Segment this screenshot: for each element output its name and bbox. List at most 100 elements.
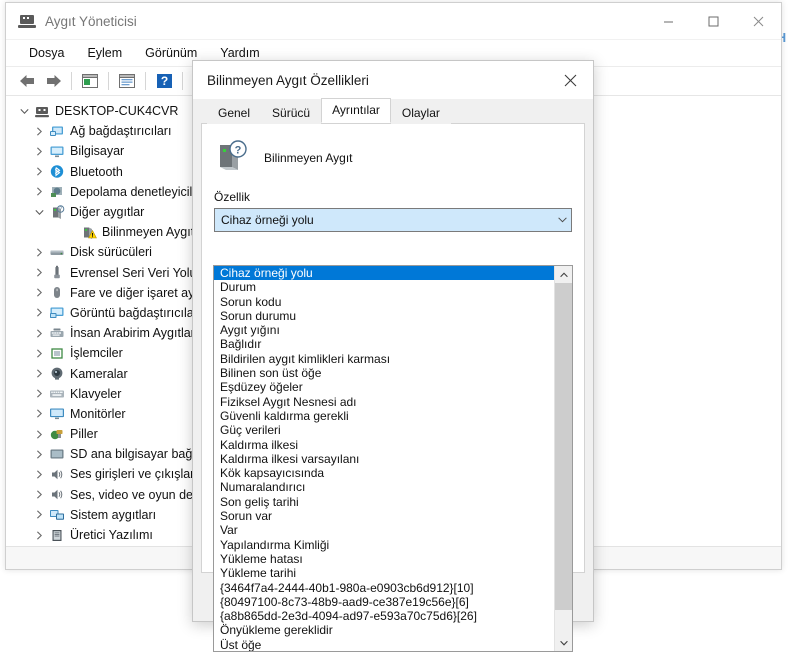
chevron-right-icon[interactable] [31, 288, 47, 297]
tab-genel[interactable]: Genel [207, 101, 262, 124]
chevron-right-icon[interactable] [31, 187, 47, 196]
close-icon[interactable] [736, 3, 781, 39]
tab-olaylar[interactable]: Olaylar [390, 101, 451, 124]
tree-item-label: Bilinmeyen Aygıt [102, 225, 195, 240]
dropdown-item[interactable]: Bildirilen aygıt kimlikleri karması [214, 352, 554, 366]
tab-ayrintilar[interactable]: Ayrıntılar [321, 98, 391, 123]
chevron-down-icon[interactable] [31, 209, 47, 216]
menu-item-dosya[interactable]: Dosya [18, 43, 75, 63]
dropdown-item[interactable]: Eşdüzey öğeler [214, 380, 554, 394]
tree-item-label: Klavyeler [70, 386, 122, 401]
dropdown-items[interactable]: Cihaz örneği yolu Durum Sorun kodu Sorun du… [214, 266, 554, 651]
tree-item-label: DESKTOP-CUK4CVR [55, 104, 179, 119]
dropdown-item[interactable]: Fiziksel Aygıt Nesnesi adı [214, 395, 554, 409]
chevron-right-icon[interactable] [31, 268, 47, 277]
forward-icon[interactable] [40, 69, 66, 93]
dropdown-item[interactable]: Güvenli kaldırma gerekli [214, 409, 554, 423]
caption-buttons [646, 3, 781, 39]
chevron-right-icon[interactable] [31, 510, 47, 519]
dropdown-item[interactable]: Var [214, 523, 554, 537]
toolbar-separator [108, 72, 109, 90]
chevron-right-icon[interactable] [31, 329, 47, 338]
device-manager-titlebar: Aygıt Yöneticisi [6, 3, 781, 40]
storage-icon [47, 184, 67, 199]
dialog-tabs: Genel Sürücü Ayrıntılar Olaylar [201, 98, 585, 124]
minimize-icon[interactable] [646, 3, 691, 39]
chevron-down-icon[interactable] [16, 108, 32, 115]
back-icon[interactable] [14, 69, 40, 93]
dropdown-item[interactable]: Sorun kodu [214, 295, 554, 309]
tab-surucu[interactable]: Sürücü [261, 101, 322, 124]
dropdown-item[interactable]: Aygıt yığını [214, 323, 554, 337]
system-devices-icon [47, 507, 67, 522]
help-icon[interactable]: ? [151, 69, 177, 93]
keyboard-icon [47, 386, 67, 401]
dropdown-item[interactable]: Bilinen son üst öğe [214, 366, 554, 380]
camera-icon [47, 366, 67, 381]
dropdown-scrollbar[interactable] [554, 266, 572, 651]
dropdown-item[interactable]: Kaldırma ilkesi [214, 438, 554, 452]
dropdown-item[interactable]: Durum [214, 280, 554, 294]
dropdown-item[interactable]: Yapılandırma Kimliği [214, 538, 554, 552]
dropdown-item[interactable]: Kök kapsayıcısında [214, 466, 554, 480]
chevron-right-icon[interactable] [31, 167, 47, 176]
dropdown-item[interactable]: Önyükleme gereklidir [214, 623, 554, 637]
dropdown-item[interactable]: Cihaz örneği yolu [214, 266, 554, 281]
chevron-right-icon[interactable] [31, 248, 47, 257]
dropdown-item[interactable]: Güç verileri [214, 423, 554, 437]
tree-item-label: Piller [70, 427, 98, 442]
chevron-right-icon[interactable] [31, 147, 47, 156]
properties-icon[interactable] [77, 69, 103, 93]
svg-text:?: ? [160, 74, 167, 88]
chevron-right-icon[interactable] [31, 308, 47, 318]
device-header: ? Bilinmeyen Aygıt [214, 138, 572, 178]
dropdown-item[interactable]: Yükleme tarihi [214, 566, 554, 580]
chevron-right-icon[interactable] [31, 470, 47, 479]
chevron-right-icon[interactable] [31, 429, 47, 439]
tree-item-label: İşlemciler [70, 346, 123, 361]
dropdown-item[interactable]: Son geliş tarihi [214, 495, 554, 509]
tree-item-label: Ses girişleri ve çıkışları [70, 467, 198, 482]
computer-root-icon [32, 104, 52, 119]
chevron-right-icon[interactable] [31, 450, 47, 459]
dropdown-item[interactable]: {80497100-8c73-48b9-aad9-ce387e19c56e}[6… [214, 595, 554, 609]
menu-item-eylem[interactable]: Eylem [76, 43, 133, 63]
property-combobox[interactable]: Cihaz örneği yolu [214, 208, 572, 232]
dropdown-item[interactable]: Numaralandırıcı [214, 480, 554, 494]
usb-icon [47, 265, 67, 280]
show-hidden-icon[interactable] [114, 69, 140, 93]
device-manager-icon [18, 12, 36, 30]
dropdown-item[interactable]: Yükleme hatası [214, 552, 554, 566]
dialog-title: Bilinmeyen Aygıt Özellikleri [207, 72, 369, 88]
chevron-right-icon[interactable] [31, 409, 47, 419]
property-dropdown-list[interactable]: Cihaz örneği yolu Durum Sorun kodu Sorun du… [213, 265, 573, 652]
scroll-up-icon[interactable] [555, 266, 572, 283]
tree-item-label: Üretici Yazılımı [70, 528, 153, 543]
dialog-close-icon[interactable] [548, 61, 593, 99]
dropdown-item[interactable]: Bağlıdır [214, 337, 554, 351]
dropdown-item[interactable]: Kaldırma ilkesi varsayılanı [214, 452, 554, 466]
dropdown-item[interactable]: Sorun durumu [214, 309, 554, 323]
dropdown-item[interactable]: {3464f7a4-2444-40b1-980a-e0903cb6d912}[1… [214, 581, 554, 595]
chevron-down-icon[interactable] [553, 210, 571, 230]
property-label: Özellik [214, 190, 251, 204]
dropdown-item[interactable]: Üst öğe [214, 638, 554, 651]
maximize-icon[interactable] [691, 3, 736, 39]
chevron-right-icon[interactable] [31, 389, 47, 398]
dropdown-item[interactable]: Sorun var [214, 509, 554, 523]
device-name: Bilinmeyen Aygıt [264, 151, 353, 165]
toolbar-separator [71, 72, 72, 90]
chevron-right-icon[interactable] [31, 349, 47, 358]
dropdown-item[interactable]: {a8b865dd-2e3d-4094-ad97-e593a70c75d6}[2… [214, 609, 554, 623]
firmware-icon [47, 528, 67, 543]
dialog-titlebar: Bilinmeyen Aygıt Özellikleri [193, 61, 593, 99]
chevron-right-icon[interactable] [31, 530, 47, 540]
scroll-down-icon[interactable] [555, 634, 572, 651]
chevron-right-icon[interactable] [31, 490, 47, 499]
chevron-right-icon[interactable] [31, 127, 47, 136]
window-title: Aygıt Yöneticisi [45, 13, 137, 29]
dropdown-scroll-track[interactable] [555, 283, 572, 634]
dropdown-scroll-thumb[interactable] [555, 283, 572, 610]
chevron-right-icon[interactable] [31, 369, 47, 378]
computer-icon [47, 144, 67, 159]
